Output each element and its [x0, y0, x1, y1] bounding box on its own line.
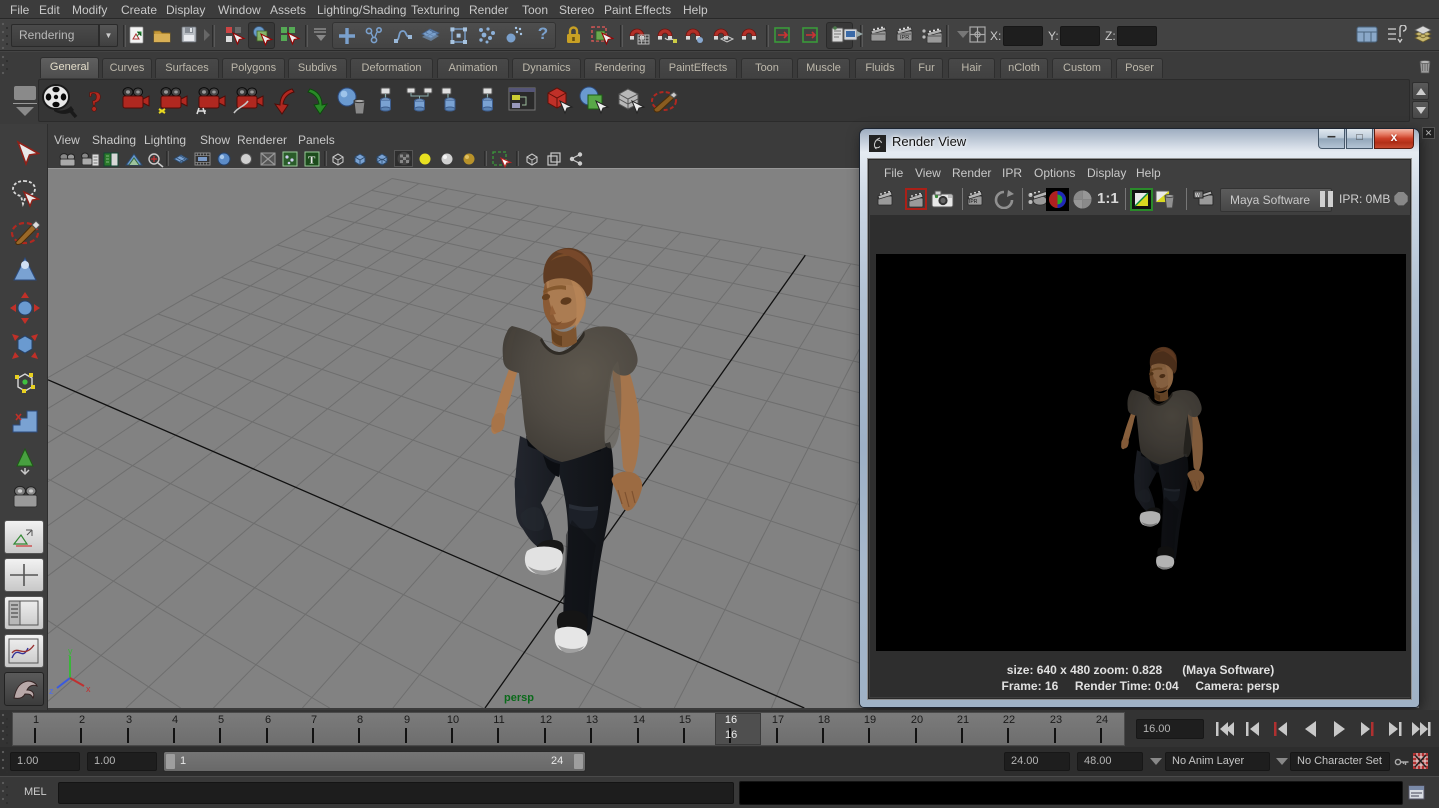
svg-text:IPR: IPR [900, 35, 909, 41]
svg-text:T: T [308, 155, 316, 167]
svg-text:z: z [49, 686, 54, 696]
svg-text:?: ? [88, 87, 102, 117]
svg-text:persp: persp [504, 692, 534, 704]
svg-text:IPR: IPR [969, 199, 978, 205]
svg-text:x: x [86, 684, 91, 694]
svg-text:W: W [1195, 193, 1200, 199]
svg-text:y: y [68, 646, 73, 656]
